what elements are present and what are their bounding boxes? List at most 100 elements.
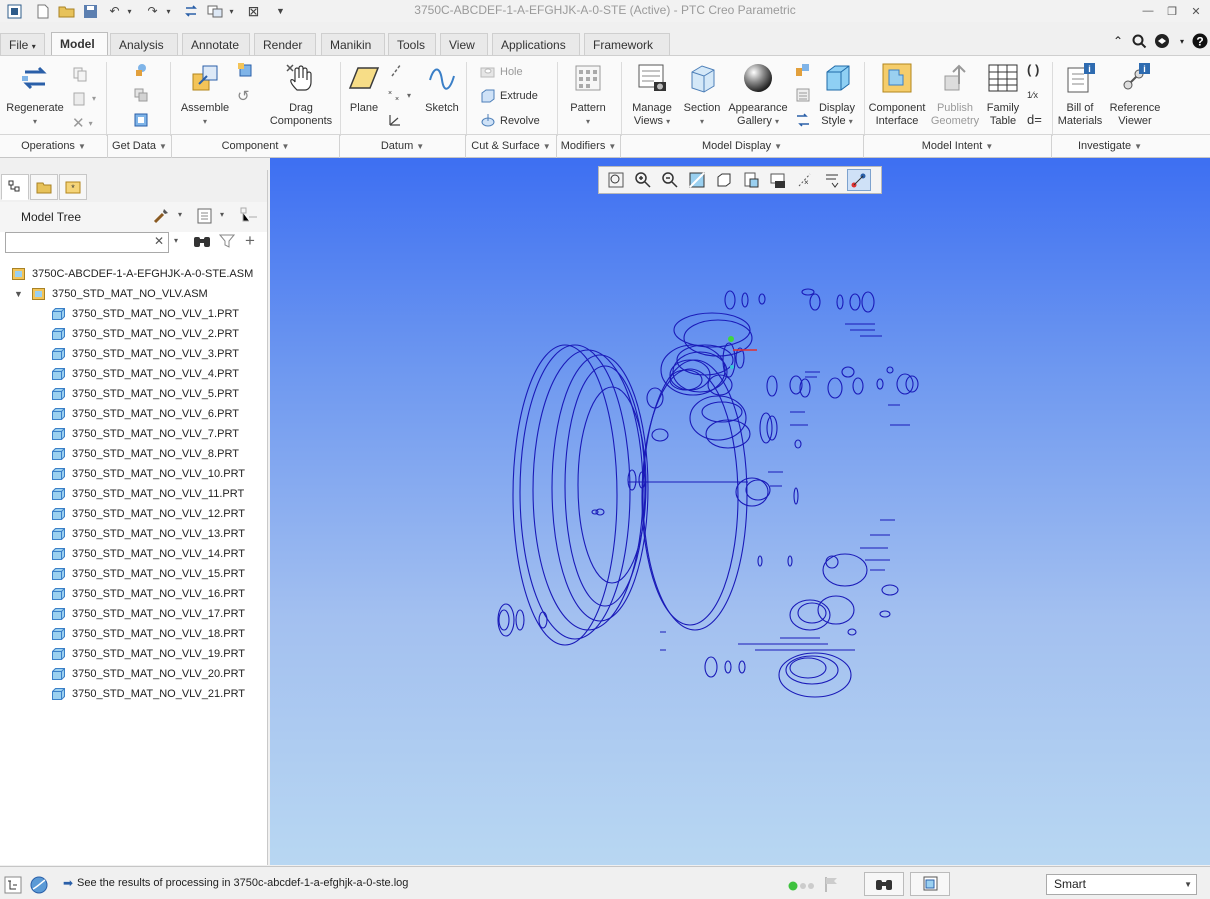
sketch-button[interactable]: Sketch <box>422 62 462 115</box>
model-tree-tab-icon[interactable] <box>1 174 29 200</box>
tab-applications[interactable]: Applications <box>492 33 580 55</box>
search-icon[interactable] <box>1129 31 1149 51</box>
section-button[interactable]: Section ▾ <box>682 62 722 128</box>
tree-part-node[interactable]: 3750_STD_MAT_NO_VLV_5.PRT <box>0 384 267 404</box>
undo-dropdown-icon[interactable]: ▾ <box>121 3 138 19</box>
tree-part-node[interactable]: 3750_STD_MAT_NO_VLV_6.PRT <box>0 404 267 424</box>
tree-part-node[interactable]: 3750_STD_MAT_NO_VLV_19.PRT <box>0 644 267 664</box>
find-button[interactable] <box>864 872 904 896</box>
tree-part-node[interactable]: 3750_STD_MAT_NO_VLV_3.PRT <box>0 344 267 364</box>
group-model-display[interactable]: Model Display ▼ <box>621 135 864 158</box>
csys-icon[interactable] <box>387 112 403 128</box>
redo-icon[interactable]: ↷ <box>144 3 161 19</box>
zoom-out-icon[interactable] <box>658 169 682 191</box>
windows-dropdown-icon[interactable]: ▾ <box>223 3 240 19</box>
axis-icon[interactable] <box>389 62 405 78</box>
view-manager-icon[interactable] <box>766 169 790 191</box>
tree-part-node[interactable]: 3750_STD_MAT_NO_VLV_16.PRT <box>0 584 267 604</box>
switch-dimensions-icon[interactable]: d= <box>1027 112 1042 127</box>
chevron-down-icon[interactable]: ▼ <box>1184 875 1192 894</box>
model-tree-search-input[interactable] <box>5 232 169 253</box>
publish-geometry-button[interactable]: Publish Geometry <box>928 62 982 128</box>
tree-part-node[interactable]: 3750_STD_MAT_NO_VLV_15.PRT <box>0 564 267 584</box>
point-icon[interactable]: × × ▾ <box>387 87 411 103</box>
close-window-icon[interactable]: ⊠ <box>245 3 262 19</box>
help-icon[interactable]: ? <box>1190 31 1210 51</box>
tree-part-node[interactable]: 3750_STD_MAT_NO_VLV_8.PRT <box>0 444 267 464</box>
tab-tools[interactable]: Tools <box>388 33 436 55</box>
show-navigator-icon[interactable] <box>4 876 22 897</box>
tree-part-node[interactable]: 3750_STD_MAT_NO_VLV_21.PRT <box>0 684 267 704</box>
tab-manikin[interactable]: Manikin <box>321 33 385 55</box>
relations-icon[interactable]: ( ) <box>1027 62 1039 77</box>
get-data-user-defined-icon[interactable] <box>133 62 149 78</box>
regenerate-button[interactable]: Regenerate ▾ <box>4 62 66 128</box>
tree-part-node[interactable]: 3750_STD_MAT_NO_VLV_1.PRT <box>0 304 267 324</box>
tab-analysis[interactable]: Analysis <box>110 33 178 55</box>
tree-part-node[interactable]: 3750_STD_MAT_NO_VLV_20.PRT <box>0 664 267 684</box>
scene-icon[interactable] <box>795 62 811 78</box>
favorites-tab-icon[interactable]: * <box>59 174 87 200</box>
assemble-button[interactable]: Assemble ▾ <box>176 62 234 128</box>
tree-part-node[interactable]: 3750_STD_MAT_NO_VLV_11.PRT <box>0 484 267 504</box>
get-data-merge-icon[interactable] <box>133 112 149 128</box>
tree-part-node[interactable]: 3750_STD_MAT_NO_VLV_18.PRT <box>0 624 267 644</box>
community-dropdown-icon[interactable]: ▾ <box>1172 31 1192 51</box>
close-icon[interactable]: ✕ <box>1184 2 1208 20</box>
revolve-button[interactable]: Revolve <box>480 113 540 129</box>
group-investigate[interactable]: Investigate ▼ <box>1052 135 1168 158</box>
collapse-tree-icon[interactable] <box>240 207 260 228</box>
tab-render[interactable]: Render <box>254 33 316 55</box>
paste-icon[interactable]: ▾ <box>72 90 96 106</box>
browser-icon[interactable] <box>29 876 49 897</box>
group-component[interactable]: Component ▼ <box>172 135 340 158</box>
spin-center-icon[interactable] <box>820 169 844 191</box>
component-interface-button[interactable]: Component Interface <box>867 62 927 128</box>
clear-search-icon[interactable]: ✕ <box>154 234 164 248</box>
drag-components-button[interactable]: Drag Components <box>268 62 334 128</box>
tab-view[interactable]: View <box>440 33 488 55</box>
tree-part-node[interactable]: 3750_STD_MAT_NO_VLV_17.PRT <box>0 604 267 624</box>
group-get-data[interactable]: Get Data ▼ <box>108 135 172 158</box>
tab-model[interactable]: Model <box>51 32 108 55</box>
filter-icon[interactable] <box>218 233 236 252</box>
search-dropdown-icon[interactable]: ▾ <box>174 236 178 245</box>
add-column-icon[interactable]: + <box>245 231 255 251</box>
display-settings-icon[interactable] <box>795 87 811 103</box>
tree-subassembly-node[interactable]: ▼ 3750_STD_MAT_NO_VLV.ASM <box>0 284 267 304</box>
annotation-display-icon[interactable] <box>847 169 871 191</box>
repaint-icon[interactable] <box>685 169 709 191</box>
windows-icon[interactable] <box>206 3 223 19</box>
expand-arrow-icon[interactable]: ▼ <box>14 284 23 304</box>
settings-dropdown-icon[interactable]: ▾ <box>178 210 182 219</box>
tree-part-node[interactable]: 3750_STD_MAT_NO_VLV_14.PRT <box>0 544 267 564</box>
selection-filter-select[interactable]: Smart ▼ <box>1046 874 1197 895</box>
display-style-icon[interactable] <box>712 169 736 191</box>
repeat-icon[interactable]: ↺ <box>237 87 250 105</box>
tree-part-node[interactable]: 3750_STD_MAT_NO_VLV_7.PRT <box>0 424 267 444</box>
show-dropdown-icon[interactable]: ▾ <box>220 210 224 219</box>
tree-part-node[interactable]: 3750_STD_MAT_NO_VLV_12.PRT <box>0 504 267 524</box>
zoom-in-icon[interactable] <box>631 169 655 191</box>
tree-part-node[interactable]: 3750_STD_MAT_NO_VLV_13.PRT <box>0 524 267 544</box>
settings-tools-icon[interactable] <box>152 207 170 228</box>
new-file-icon[interactable] <box>34 3 51 19</box>
group-model-intent[interactable]: Model Intent ▼ <box>864 135 1052 158</box>
tab-annotate[interactable]: Annotate <box>182 33 250 55</box>
community-icon[interactable] <box>1152 31 1172 51</box>
refit-icon[interactable] <box>604 169 628 191</box>
plane-button[interactable]: Plane <box>344 62 384 115</box>
group-datum[interactable]: Datum ▼ <box>340 135 466 158</box>
extrude-button[interactable]: Extrude <box>480 88 538 104</box>
reference-viewer-button[interactable]: i Reference Viewer <box>1106 62 1164 128</box>
group-cut-surface[interactable]: Cut & Surface ▼ <box>466 135 557 158</box>
manage-views-button[interactable]: Manage Views ▾ <box>627 62 677 128</box>
redo-dropdown-icon[interactable]: ▾ <box>160 3 177 19</box>
tree-part-node[interactable]: 3750_STD_MAT_NO_VLV_10.PRT <box>0 464 267 484</box>
perspective-icon[interactable] <box>795 112 811 128</box>
regenerate-quick-icon[interactable] <box>182 3 199 19</box>
tree-part-node[interactable]: 3750_STD_MAT_NO_VLV_2.PRT <box>0 324 267 344</box>
datum-display-icon[interactable]: × <box>793 169 817 191</box>
pattern-button[interactable]: Pattern ▾ <box>565 62 611 128</box>
show-icon[interactable] <box>196 207 214 228</box>
